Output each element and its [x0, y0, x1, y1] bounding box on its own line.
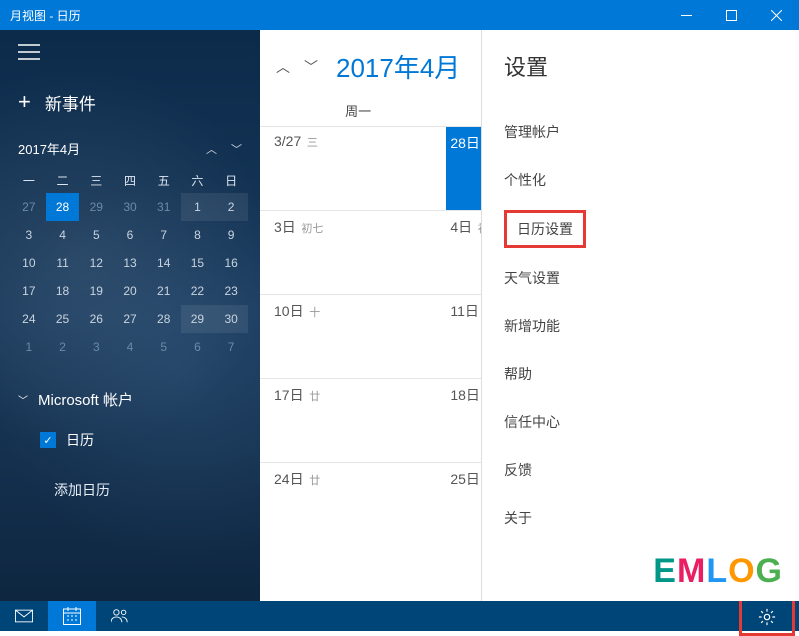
add-calendar-link[interactable]: 添加日历: [16, 454, 244, 500]
mini-cal-day[interactable]: 1: [12, 333, 46, 361]
mini-cal-month: 2017年4月: [18, 139, 80, 158]
mini-cal-day[interactable]: 5: [79, 221, 113, 249]
calendar-day[interactable]: 3日 初七: [270, 211, 446, 294]
new-event-button[interactable]: + 新事件: [0, 79, 260, 133]
checkbox-icon: ✓: [40, 432, 56, 448]
settings-option[interactable]: 日历设置: [504, 210, 586, 248]
mini-cal-day-header: 五: [147, 168, 181, 193]
calendar-day[interactable]: 17日 廿: [270, 379, 446, 462]
mini-cal-day[interactable]: 29: [79, 193, 113, 221]
mini-cal-day[interactable]: 7: [147, 221, 181, 249]
mini-cal-day-header: 日: [214, 168, 248, 193]
mini-cal-day[interactable]: 21: [147, 277, 181, 305]
mini-cal-day[interactable]: 5: [147, 333, 181, 361]
minimize-button[interactable]: [664, 0, 709, 30]
mini-cal-day[interactable]: 13: [113, 249, 147, 277]
mini-cal-day[interactable]: 17: [12, 277, 46, 305]
mini-cal-day[interactable]: 3: [79, 333, 113, 361]
bottom-bar: [0, 601, 799, 631]
window-title: 月视图 - 日历: [0, 7, 81, 24]
mini-cal-day[interactable]: 28: [46, 193, 80, 221]
settings-option[interactable]: 天气设置: [504, 254, 777, 302]
window-controls: [664, 0, 799, 30]
mini-cal-day-header: 三: [79, 168, 113, 193]
mini-cal-day-header: 二: [46, 168, 80, 193]
mini-cal-day-header: 四: [113, 168, 147, 193]
titlebar: 月视图 - 日历: [0, 0, 799, 30]
accounts-section: ﹀ Microsoft 帐户 ✓ 日历 添加日历: [0, 383, 260, 500]
settings-button[interactable]: [743, 602, 791, 632]
mini-cal-day[interactable]: 6: [181, 333, 215, 361]
mini-cal-day[interactable]: 15: [181, 249, 215, 277]
mini-cal-day[interactable]: 18: [46, 277, 80, 305]
account-label: Microsoft 帐户: [38, 389, 133, 410]
settings-option[interactable]: 个性化: [504, 156, 777, 204]
mini-cal-day[interactable]: 27: [113, 305, 147, 333]
mini-cal-day-header: 六: [181, 168, 215, 193]
mini-cal-day[interactable]: 11: [46, 249, 80, 277]
mini-cal-day[interactable]: 25: [46, 305, 80, 333]
mini-cal-day[interactable]: 24: [12, 305, 46, 333]
settings-panel: 设置 管理帐户个性化日历设置天气设置新增功能帮助信任中心反馈关于: [481, 30, 799, 601]
mini-cal-day[interactable]: 9: [214, 221, 248, 249]
prev-month-button[interactable]: ︿: [274, 57, 292, 77]
mini-cal-day[interactable]: 27: [12, 193, 46, 221]
settings-option[interactable]: 帮助: [504, 350, 777, 398]
mini-cal-day[interactable]: 10: [12, 249, 46, 277]
settings-option[interactable]: 信任中心: [504, 398, 777, 446]
mini-cal-day[interactable]: 12: [79, 249, 113, 277]
mini-cal-day[interactable]: 6: [113, 221, 147, 249]
mini-cal-day[interactable]: 30: [214, 305, 248, 333]
month-title: 2017年4月: [336, 48, 460, 85]
calendar-item-label: 日历: [66, 430, 94, 450]
mini-cal-day[interactable]: 28: [147, 305, 181, 333]
mini-cal-day[interactable]: 8: [181, 221, 215, 249]
calendar-checkbox-item[interactable]: ✓ 日历: [16, 416, 244, 454]
mini-cal-day[interactable]: 30: [113, 193, 147, 221]
people-button[interactable]: [96, 601, 144, 631]
mini-cal-day[interactable]: 2: [214, 193, 248, 221]
settings-option[interactable]: 新增功能: [504, 302, 777, 350]
next-month-button[interactable]: ﹀: [302, 57, 320, 77]
mini-cal-day-header: 一: [12, 168, 46, 193]
mini-cal-day[interactable]: 22: [181, 277, 215, 305]
watermark: EMLOG: [653, 552, 783, 591]
mail-button[interactable]: [0, 601, 48, 631]
mini-cal-day[interactable]: 31: [147, 193, 181, 221]
settings-option[interactable]: 管理帐户: [504, 108, 777, 156]
hamburger-button[interactable]: [0, 30, 260, 79]
calendar-day[interactable]: 3/27 三: [270, 127, 446, 210]
new-event-label: 新事件: [45, 90, 96, 115]
account-header[interactable]: ﹀ Microsoft 帐户: [16, 383, 244, 416]
mini-calendar: 2017年4月 ︿ ﹀ 一二三四五六日272829303112345678910…: [0, 133, 260, 361]
calendar-day[interactable]: 10日 十: [270, 295, 446, 378]
close-button[interactable]: [754, 0, 799, 30]
mini-cal-day[interactable]: 14: [147, 249, 181, 277]
mini-cal-day[interactable]: 4: [113, 333, 147, 361]
day-header: 周一: [270, 95, 446, 126]
calendar-button[interactable]: [48, 601, 96, 631]
mini-cal-day[interactable]: 4: [46, 221, 80, 249]
mini-cal-day[interactable]: 2: [46, 333, 80, 361]
chevron-down-icon: ﹀: [18, 392, 28, 407]
mini-cal-day[interactable]: 3: [12, 221, 46, 249]
plus-icon: +: [18, 89, 31, 115]
mini-cal-day[interactable]: 7: [214, 333, 248, 361]
mini-cal-day[interactable]: 29: [181, 305, 215, 333]
settings-button-highlight: [739, 598, 795, 636]
settings-option[interactable]: 反馈: [504, 446, 777, 494]
settings-title: 设置: [504, 50, 777, 82]
sidebar: + 新事件 2017年4月 ︿ ﹀ 一二三四五六日272829303112345…: [0, 30, 260, 601]
mini-cal-day[interactable]: 19: [79, 277, 113, 305]
maximize-button[interactable]: [709, 0, 754, 30]
mini-cal-day[interactable]: 26: [79, 305, 113, 333]
mini-cal-day[interactable]: 23: [214, 277, 248, 305]
settings-option[interactable]: 关于: [504, 494, 777, 542]
mini-cal-next[interactable]: ﹀: [231, 141, 242, 157]
mini-cal-day[interactable]: 20: [113, 277, 147, 305]
calendar-day[interactable]: 24日 廿: [270, 463, 446, 546]
mini-cal-day[interactable]: 1: [181, 193, 215, 221]
mini-cal-day[interactable]: 16: [214, 249, 248, 277]
mini-cal-prev[interactable]: ︿: [206, 141, 217, 157]
